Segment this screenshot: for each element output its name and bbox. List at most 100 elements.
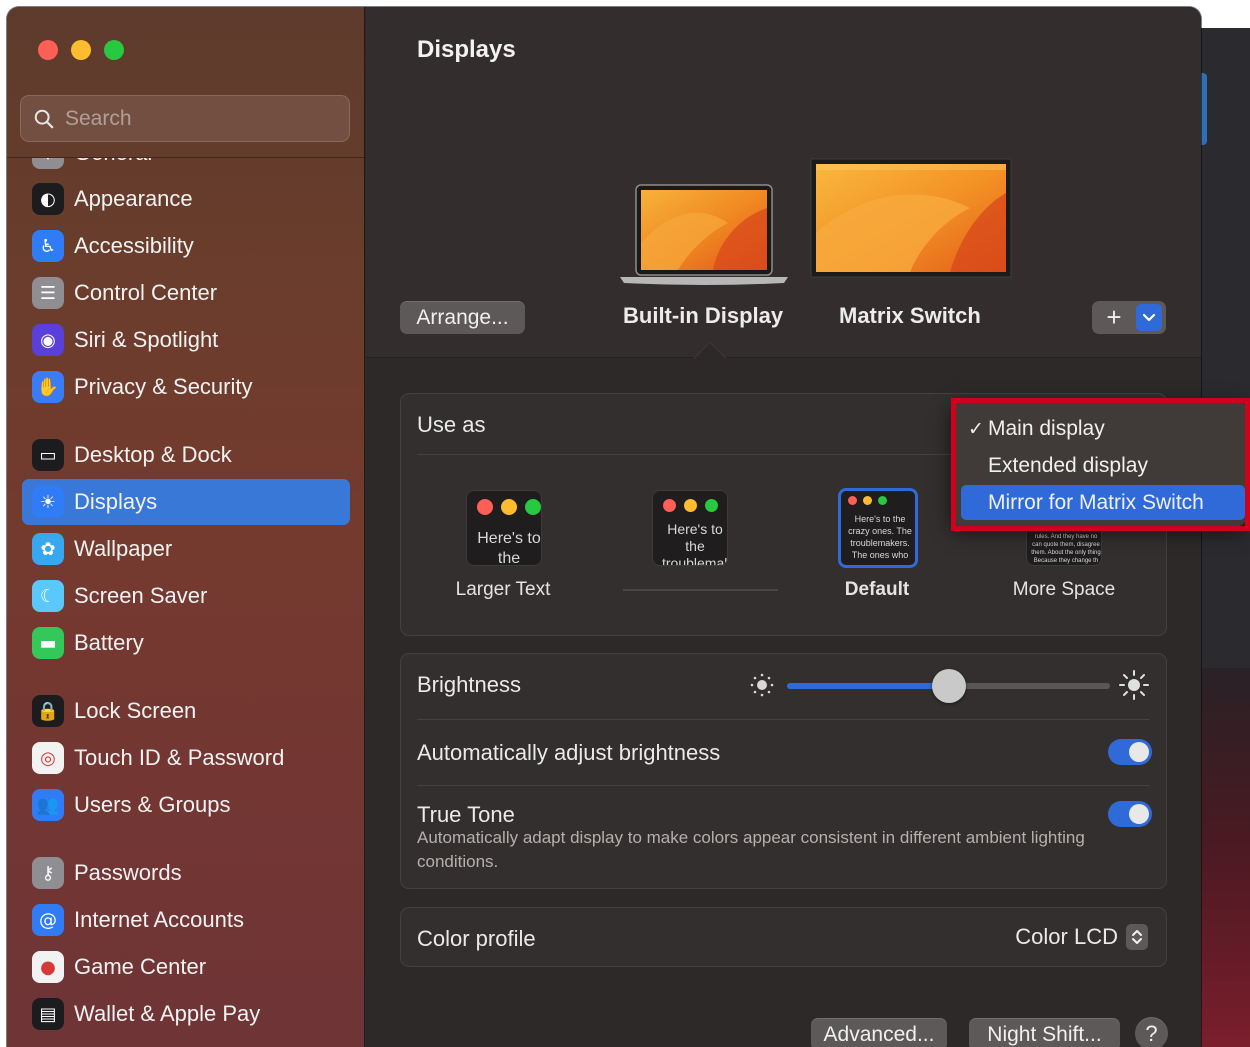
users-icon: 👥	[32, 789, 64, 821]
sidebar: ⚙ General ◐ Appearance ♿ Accessibility ☰ Contro…	[7, 7, 365, 1047]
hand-icon: ✋	[32, 371, 64, 403]
brightness-divider	[417, 719, 1150, 720]
sidebar-item-label: Control Center	[74, 280, 218, 305]
sidebar-item-label: Lock Screen	[74, 698, 197, 723]
resolution-larger-text-label[interactable]: Larger Text	[403, 579, 603, 601]
sidebar-item-appearance[interactable]: ◐ Appearance	[22, 176, 350, 222]
battery-icon: ▬	[32, 627, 64, 659]
built-in-display-label[interactable]: Built-in Display	[623, 303, 783, 329]
sidebar-item-label: Desktop & Dock	[74, 442, 232, 467]
sidebar-item-battery[interactable]: ▬ Battery	[22, 620, 350, 666]
help-button[interactable]: ?	[1135, 1017, 1168, 1047]
add-display-plus[interactable]: +	[1092, 301, 1136, 334]
sidebar-item-wallpaper[interactable]: ✿ Wallpaper	[22, 526, 350, 572]
minimize-window-button[interactable]	[71, 40, 91, 60]
resolution-option-2-label-placeholder	[623, 589, 778, 591]
sidebar-item-general[interactable]: ⚙ General	[22, 158, 350, 176]
gear-icon: ⚙	[32, 158, 64, 169]
sidebar-item-touch-id-password[interactable]: ◎ Touch ID & Password	[22, 735, 350, 781]
add-display-button[interactable]: +	[1092, 301, 1166, 334]
advanced-button[interactable]: Advanced...	[811, 1018, 947, 1047]
sidebar-item-control-center[interactable]: ☰ Control Center	[22, 270, 350, 316]
resolution-default[interactable]: Here's to the crazy ones. The troublemak…	[838, 488, 918, 568]
dock-icon: ▭	[32, 439, 64, 471]
color-profile-panel: Color profile Color LCD	[400, 907, 1167, 967]
sidebar-item-users-groups[interactable]: 👥 Users & Groups	[22, 782, 350, 828]
sidebar-item-label: Touch ID & Password	[74, 745, 285, 770]
sidebar-item-wallet-apple-pay[interactable]: ▤ Wallet & Apple Pay	[22, 991, 350, 1037]
resolution-preview: Here's to the troublemakers, ones who	[652, 490, 728, 566]
search-input[interactable]	[65, 106, 325, 131]
sidebar-item-label: Game Center	[74, 954, 207, 979]
flower-icon: ✿	[32, 533, 64, 565]
sidebar-item-label: Privacy & Security	[74, 374, 253, 399]
true-tone-toggle[interactable]	[1108, 801, 1152, 827]
resolution-more-space-label[interactable]: More Space	[964, 579, 1164, 601]
sidebar-item-label: Siri & Spotlight	[74, 327, 219, 352]
menu-item-label: Main display	[988, 416, 1105, 440]
sidebar-item-passwords[interactable]: ⚷ Passwords	[22, 850, 350, 896]
resolution-preview-selected: Here's to the crazy ones. The troublemak…	[838, 488, 918, 568]
true-tone-label: True Tone	[417, 802, 515, 827]
built-in-display-icon[interactable]	[618, 183, 790, 288]
sun-icon: ☀	[32, 486, 64, 518]
brightness-slider-fill	[787, 683, 949, 689]
sidebar-item-desktop-dock[interactable]: ▭ Desktop & Dock	[22, 432, 350, 478]
sidebar-item-screen-saver[interactable]: ☾ Screen Saver	[22, 573, 350, 619]
up-down-chevron-icon[interactable]	[1126, 924, 1148, 950]
sidebar-item-label: Wallet & Apple Pay	[74, 1001, 261, 1026]
arrange-button[interactable]: Arrange...	[400, 301, 525, 334]
resolution-larger-text[interactable]: Here's to the troublemakers	[466, 490, 542, 566]
page-title: Displays	[417, 36, 516, 63]
sidebar-item-label: Displays	[74, 489, 158, 514]
auto-brightness-toggle[interactable]	[1108, 739, 1152, 765]
brightness-slider-knob[interactable]	[931, 669, 966, 703]
chevron-down-icon[interactable]	[1136, 304, 1162, 331]
matrix-switch-display-icon[interactable]	[810, 158, 1012, 281]
sidebar-item-displays[interactable]: ☀ Displays	[22, 479, 350, 525]
resolution-default-label[interactable]: Default	[777, 579, 977, 601]
selection-caret	[694, 343, 726, 359]
control-center-icon: ☰	[32, 277, 64, 309]
zoom-window-button[interactable]	[104, 40, 124, 60]
checkmark-icon: ✓	[968, 417, 984, 440]
auto-brightness-divider	[417, 785, 1150, 786]
accessibility-icon: ♿	[32, 230, 64, 262]
sidebar-list: ⚙ General ◐ Appearance ♿ Accessibility ☰ Contro…	[7, 158, 365, 1047]
sidebar-item-label: Internet Accounts	[74, 907, 244, 932]
sidebar-item-internet-accounts[interactable]: @ Internet Accounts	[22, 897, 350, 943]
sidebar-item-game-center[interactable]: ● Game Center	[22, 944, 350, 990]
preview-text: rules. And they have no can quote them, …	[1031, 534, 1101, 564]
screensaver-icon: ☾	[32, 580, 64, 612]
matrix-switch-display-label[interactable]: Matrix Switch	[839, 303, 981, 329]
preview-text: Here's to the crazy ones. The troublemak…	[848, 514, 912, 560]
lock-icon: 🔒	[32, 695, 64, 727]
sidebar-item-label: Screen Saver	[74, 583, 208, 608]
system-settings-window: ⚙ General ◐ Appearance ♿ Accessibility ☰ Contro…	[7, 7, 1201, 1047]
sun-dim-icon	[750, 673, 774, 697]
sidebar-item-accessibility[interactable]: ♿ Accessibility	[22, 223, 350, 269]
sidebar-item-lock-screen[interactable]: 🔒 Lock Screen	[22, 688, 350, 734]
menu-item-main-display[interactable]: ✓ Main display	[961, 411, 1246, 446]
wallet-icon: ▤	[32, 998, 64, 1030]
use-as-menu: ✓ Main display Extended display Mirror f…	[951, 400, 1246, 526]
sidebar-item-label: Accessibility	[74, 233, 194, 258]
window-controls	[38, 40, 124, 60]
sidebar-item-label: Users & Groups	[74, 792, 231, 817]
menu-item-label: Extended display	[988, 453, 1148, 477]
menu-item-mirror-for-matrix-switch[interactable]: Mirror for Matrix Switch	[961, 485, 1245, 520]
menu-item-extended-display[interactable]: Extended display	[961, 448, 1246, 483]
resolution-option-2[interactable]: Here's to the troublemakers, ones who	[652, 490, 728, 566]
sidebar-item-siri-spotlight[interactable]: ◉ Siri & Spotlight	[22, 317, 350, 363]
night-shift-button[interactable]: Night Shift...	[969, 1018, 1120, 1047]
search-field[interactable]	[20, 95, 350, 142]
color-profile-value[interactable]: Color LCD	[1015, 924, 1118, 950]
sidebar-item-privacy-security[interactable]: ✋ Privacy & Security	[22, 364, 350, 410]
appearance-icon: ◐	[32, 183, 64, 215]
sidebar-item-label: Passwords	[74, 860, 182, 885]
sidebar-item-label: General	[74, 158, 152, 166]
brightness-label: Brightness	[417, 672, 521, 697]
siri-icon: ◉	[32, 324, 64, 356]
close-window-button[interactable]	[38, 40, 58, 60]
color-profile-popup[interactable]: Color LCD	[1015, 924, 1148, 950]
